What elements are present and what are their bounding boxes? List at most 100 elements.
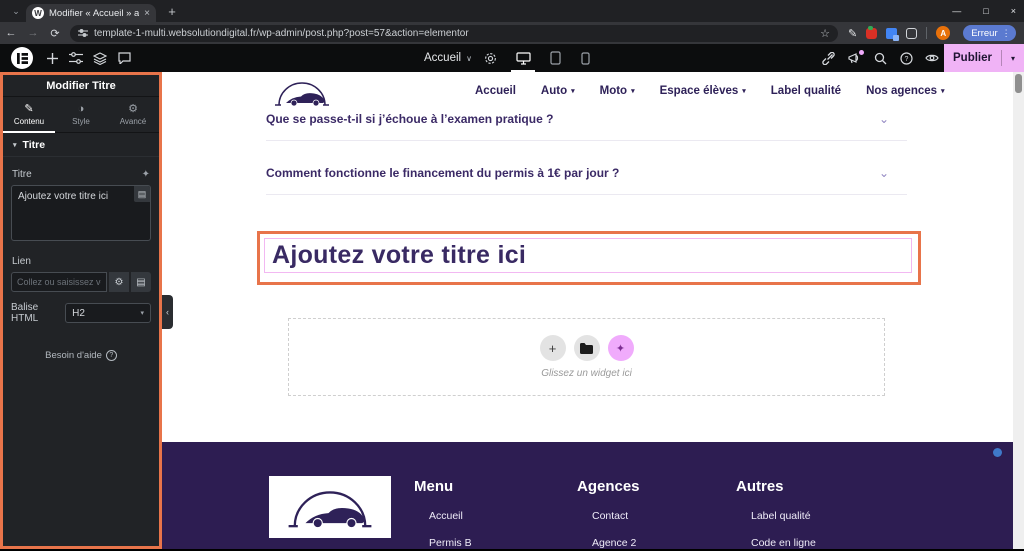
link-options-gear-icon[interactable]: ⚙ — [109, 272, 129, 292]
footer-link[interactable]: Accueil — [414, 510, 577, 522]
overflow-menu-icon[interactable]: ⋮ — [1002, 28, 1011, 39]
site-info-icon[interactable] — [78, 28, 88, 38]
elementor-panel: Modifier Titre ✎Contenu◑Style⚙Avancé ▾ T… — [0, 72, 162, 549]
tab-close-icon[interactable]: × — [144, 8, 150, 19]
nav-item[interactable]: Auto▾ — [541, 85, 575, 97]
wordpress-favicon-icon: W — [32, 7, 44, 19]
footer-column-heading: Agences — [577, 478, 736, 495]
faq-item[interactable]: Que se passe-t-il si j’échoue à l’examen… — [266, 112, 907, 166]
reload-button[interactable]: ⟳ — [44, 27, 66, 40]
footer-link[interactable]: Permis B — [414, 537, 577, 549]
faq-item[interactable]: Comment fonctionne le financement du per… — [266, 166, 907, 220]
address-bar[interactable]: template-1-multi.websolutiondigital.fr/w… — [70, 25, 838, 42]
nav-item[interactable]: Label qualité — [771, 85, 841, 97]
publish-split-button[interactable]: Publier ▾ — [944, 44, 1024, 72]
footer-link[interactable]: Label qualité — [736, 510, 816, 522]
panel-tab-label: Style — [72, 117, 90, 126]
panel-tab-contenu[interactable]: ✎Contenu — [3, 97, 55, 132]
chevron-down-icon: ∨ — [466, 54, 472, 63]
heading-widget[interactable]: Ajoutez votre titre ici — [272, 241, 526, 270]
chevron-down-icon[interactable]: ⌄ — [879, 166, 889, 180]
footer-link[interactable]: Contact — [577, 510, 736, 522]
chevron-down-icon: ▾ — [742, 87, 746, 95]
footer-link[interactable]: Code en ligne — [736, 537, 816, 549]
url-text: template-1-multi.websolutiondigital.fr/w… — [94, 28, 469, 39]
structure-layers-icon[interactable] — [88, 44, 112, 72]
need-help-link[interactable]: Besoin d'aide ? — [11, 350, 151, 361]
faq-question: Comment fonctionne le financement du per… — [266, 166, 619, 180]
title-textarea[interactable]: Ajoutez votre titre ici — [11, 185, 151, 241]
add-element-button[interactable] — [40, 44, 64, 72]
html-tag-select[interactable]: H2 ▾ — [65, 303, 151, 323]
document-switcher-label: Accueil — [424, 52, 461, 64]
ai-sparkle-icon[interactable]: ✦ — [142, 169, 150, 180]
sync-error-button[interactable]: Erreur⋮ — [963, 25, 1015, 41]
svg-text:?: ? — [904, 56, 908, 63]
drop-hint: Glissez un widget ici — [541, 368, 632, 379]
nav-item[interactable]: Moto▾ — [600, 85, 635, 97]
dynamic-tags-icon[interactable]: ▤ — [134, 186, 150, 202]
add-widget-button[interactable]: + — [540, 335, 566, 361]
site-footer: Menu Accueil Permis B Agences Contact Agence … — [162, 442, 1013, 549]
window-minimize-button[interactable]: — — [952, 6, 961, 16]
browser-tab[interactable]: W Modifier « Accueil » avec Elem × — [26, 4, 156, 22]
device-tablet-button[interactable] — [540, 44, 570, 72]
pencil-icon: ✎ — [24, 104, 33, 115]
device-mobile-button[interactable] — [570, 44, 600, 72]
notes-comment-icon[interactable] — [112, 44, 136, 72]
browser-toolbar: ← → ⟳ template-1-multi.websolutiondigita… — [0, 22, 1024, 44]
ai-builder-button[interactable]: ✦ — [608, 335, 634, 361]
chevron-down-icon[interactable]: ⌄ — [879, 112, 889, 126]
copy-link-icon[interactable] — [816, 44, 840, 72]
extensions-menu-icon[interactable] — [906, 28, 917, 39]
html-tag-value: H2 — [72, 308, 85, 319]
publish-button[interactable]: Publier — [944, 52, 1001, 64]
publish-options-caret[interactable]: ▾ — [1002, 54, 1024, 63]
chevron-down-icon: ▾ — [941, 87, 945, 95]
extension-icon[interactable] — [866, 28, 877, 39]
elementor-logo-icon[interactable] — [11, 47, 33, 69]
forward-button[interactable]: → — [22, 27, 44, 39]
link-url-input[interactable] — [11, 272, 107, 292]
panel-tab-style[interactable]: ◑Style — [55, 97, 107, 132]
device-desktop-button[interactable] — [508, 44, 538, 72]
finder-search-icon[interactable] — [868, 44, 892, 72]
site-logo[interactable] — [271, 77, 333, 113]
site-settings-icon[interactable] — [64, 44, 88, 72]
divider — [266, 140, 907, 141]
section-titre[interactable]: ▾ Titre — [3, 133, 159, 157]
window-close-button[interactable]: × — [1011, 6, 1016, 16]
new-tab-button[interactable]: + — [164, 4, 180, 20]
preview-eye-icon[interactable] — [920, 44, 944, 72]
footer-column-heading: Menu — [414, 478, 577, 495]
template-badge-icon[interactable] — [993, 448, 1002, 457]
link-field-label: Lien — [12, 256, 31, 267]
extension-icon[interactable] — [886, 28, 897, 39]
help-icon[interactable]: ? — [894, 44, 918, 72]
panel-collapse-handle[interactable]: ‹ — [162, 295, 173, 329]
panel-tabs: ✎Contenu◑Style⚙Avancé — [3, 97, 159, 133]
footer-column-heading: Autres — [736, 478, 816, 495]
footer-link[interactable]: Agence 2 — [577, 537, 736, 549]
footer-logo — [269, 476, 391, 538]
link-dynamic-tags-icon[interactable]: ▤ — [131, 272, 151, 292]
pen-extension-icon[interactable]: ✎ — [848, 27, 857, 40]
tab-search-button[interactable]: ⌄ — [6, 4, 26, 19]
bookmark-star-icon[interactable]: ☆ — [820, 27, 830, 40]
back-button[interactable]: ← — [0, 27, 22, 39]
profile-avatar[interactable]: A — [936, 26, 950, 40]
document-switcher[interactable]: Accueil ∨ — [424, 44, 472, 72]
nav-item[interactable]: Nos agences▾ — [866, 85, 944, 97]
scrollbar-thumb[interactable] — [1015, 74, 1022, 93]
nav-item[interactable]: Accueil — [475, 85, 516, 97]
canvas-scrollbar[interactable] — [1013, 72, 1024, 551]
template-library-button[interactable] — [574, 335, 600, 361]
widget-drop-area[interactable]: + ✦ Glissez un widget ici — [288, 318, 885, 396]
notification-dot — [859, 50, 864, 55]
whats-new-megaphone-icon[interactable] — [842, 44, 866, 72]
panel-tab-avancé[interactable]: ⚙Avancé — [107, 97, 159, 132]
page-settings-gear-icon[interactable] — [478, 44, 502, 72]
window-maximize-button[interactable]: □ — [983, 6, 988, 16]
gear-icon: ⚙ — [128, 104, 138, 115]
nav-item[interactable]: Espace élèves▾ — [660, 85, 746, 97]
